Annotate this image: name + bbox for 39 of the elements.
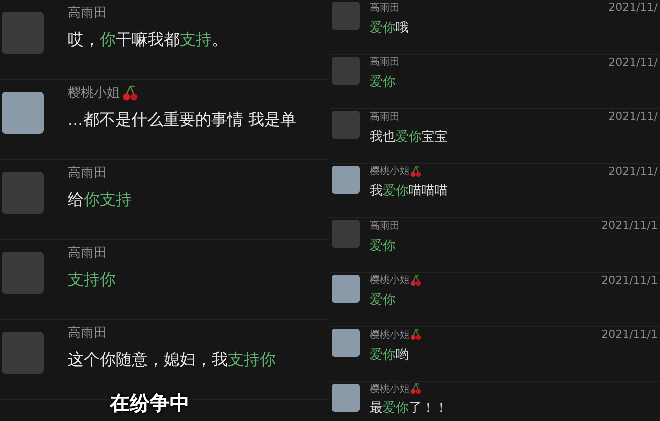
sender-name: 高雨田 [370,2,400,16]
message-text: 爱你 [370,292,397,310]
sender-name: 高雨田 [68,325,107,343]
message-date: 2021/11/ [608,109,659,125]
message-date: 2021/11/ [608,0,659,16]
message-text: 爱你哦 [370,20,410,38]
message-text: 我也爱你宝宝 [370,128,449,146]
message-text: 这个你随意，媳妇，我支持你 [68,348,276,370]
sender-name: 樱桃小姐 [370,382,410,396]
message-date: 2021/11/1 [602,327,659,343]
sender-name: 高雨田 [370,110,400,125]
cherry-icon [410,166,422,178]
sender-name: 高雨田 [68,5,107,23]
message-text: 最爱你了！！ [370,400,449,418]
sender-name: 樱桃小姐 [370,164,410,180]
cherry-icon [122,85,139,102]
message-text: 爱你哟 [370,346,410,364]
sender-name: 樱桃小姐 [370,328,410,343]
message-text: 哎，你干嘛我都支持。 [68,28,228,50]
sender-name: 高雨田 [370,220,400,234]
message-text: 爱你 [370,74,397,92]
message-text: 我爱你喵喵喵 [370,183,449,201]
video-subtitle: 在纷争中 [110,390,190,417]
message-text: 给你支持 [68,188,132,210]
message-date: 2021/11/1 [602,218,659,234]
message-date: 2021/11/ [608,54,659,70]
cherry-icon [410,383,422,395]
sender-name: 樱桃小姐 [370,274,410,288]
message-text: ...都不是什么重要的事情 我是单 [68,108,296,130]
cherry-icon [410,274,422,287]
sender-name: 高雨田 [370,56,400,70]
sender-name: 高雨田 [68,165,107,183]
message-date: 2021/11/1 [602,272,659,288]
message-text: 爱你 [370,238,397,256]
message-date: 2021/11/ [608,164,659,180]
message-text: 支持你 [68,268,116,290]
sender-name: 高雨田 [68,245,107,263]
sender-name: 樱桃小姐 [68,85,120,103]
cherry-icon [410,329,422,342]
